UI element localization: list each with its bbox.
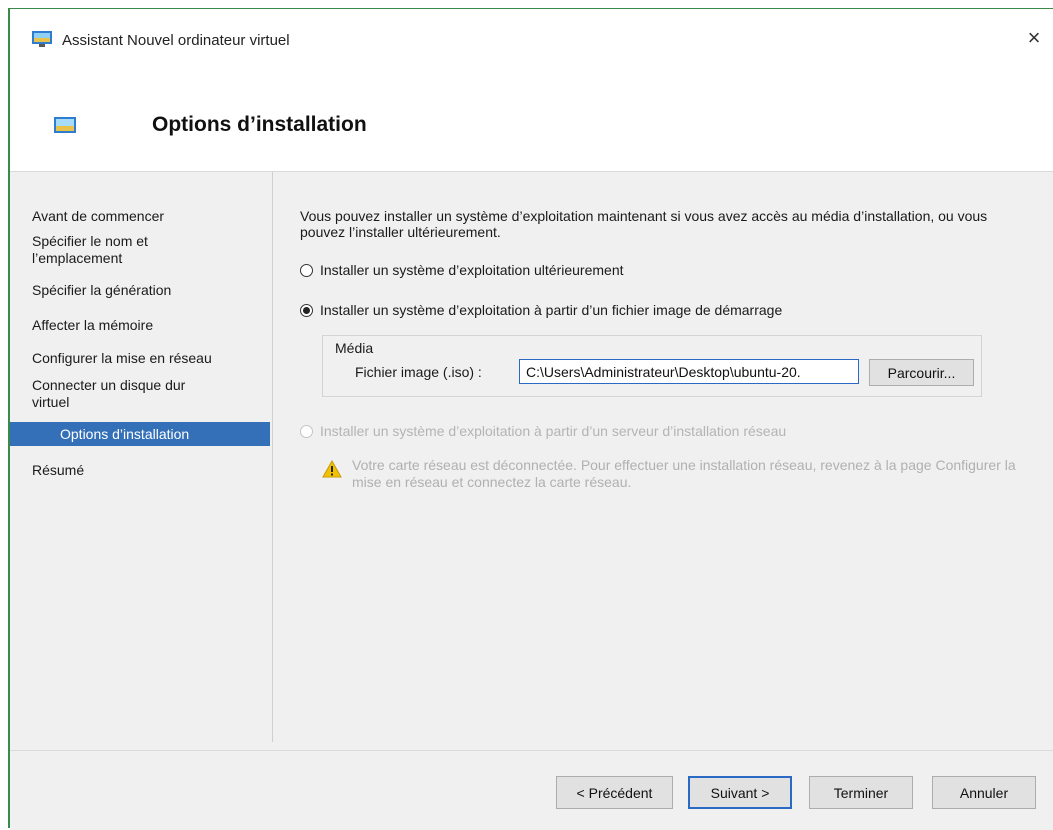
warning-icon [322,460,342,478]
nav-item-nom-emplacement[interactable]: Spécifier le nom et l’emplacement [32,233,192,267]
vm-wizard-icon [32,31,52,47]
browse-button[interactable]: Parcourir... [869,359,974,386]
page-title: Options d’installation [152,113,367,136]
close-button[interactable]: × [1019,23,1049,53]
title-bar: Assistant Nouvel ordinateur virtuel × [10,9,1053,65]
wizard-steps-nav: Avant de commencer Spécifier le nom et l… [10,172,273,742]
nav-item-resume[interactable]: Résumé [32,462,262,479]
nav-item-disque-dur[interactable]: Connecter un disque dur virtuel [32,377,222,411]
nav-item-generation[interactable]: Spécifier la génération [32,282,262,299]
radio-button[interactable] [300,425,313,438]
finish-button[interactable]: Terminer [809,776,913,809]
nav-item-avant-de-commencer[interactable]: Avant de commencer [32,208,262,225]
media-group-label: Média [335,340,374,356]
nav-item-reseau[interactable]: Configurer la mise en réseau [32,350,262,367]
installation-options-panel: Vous pouvez installer un système d’explo… [300,172,1040,742]
intro-text: Vous pouvez installer un système d’explo… [300,208,988,240]
wizard-header: Options d’installation [10,65,1053,172]
nav-item-options-installation[interactable]: Options d’installation [10,422,270,446]
window-title: Assistant Nouvel ordinateur virtuel [62,32,290,49]
next-button[interactable]: Suivant > [688,776,792,809]
iso-path-input[interactable] [519,359,859,384]
radio-install-later[interactable]: Installer un système d’exploitation ulté… [300,262,900,282]
radio-button[interactable] [300,304,313,317]
radio-install-from-network[interactable]: Installer un système d’exploitation à pa… [300,423,1000,443]
radio-label: Installer un système d’exploitation à pa… [320,302,783,318]
radio-label: Installer un système d’exploitation à pa… [320,423,787,439]
network-warning-text: Votre carte réseau est déconnectée. Pour… [352,457,1016,490]
previous-button[interactable]: < Précédent [556,776,673,809]
cancel-button[interactable]: Annuler [932,776,1036,809]
wizard-body: Avant de commencer Spécifier le nom et l… [10,172,1053,750]
vm-wizard-icon [54,117,76,133]
radio-button[interactable] [300,264,313,277]
media-group: Média Fichier image (.iso) : Parcourir..… [322,335,982,397]
radio-label: Installer un système d’exploitation ulté… [320,262,624,278]
radio-install-from-image[interactable]: Installer un système d’exploitation à pa… [300,302,1000,322]
iso-file-label: Fichier image (.iso) : [355,364,482,380]
nav-item-memoire[interactable]: Affecter la mémoire [32,317,262,334]
wizard-footer: < Précédent Suivant > Terminer Annuler [10,750,1053,830]
nav-item-label: Options d’installation [60,426,190,442]
wizard-window: Assistant Nouvel ordinateur virtuel × Op… [8,8,1053,830]
